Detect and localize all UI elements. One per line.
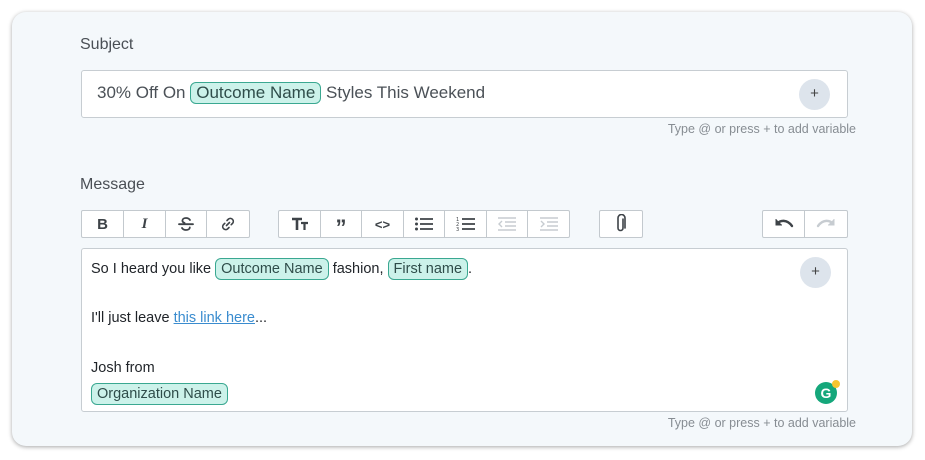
message-line-4: Organization Name bbox=[91, 383, 228, 405]
subject-text: 30% Off On Outcome Name Styles This Week… bbox=[97, 82, 485, 104]
attachment-button[interactable] bbox=[600, 211, 642, 237]
message-add-variable-button[interactable]: + bbox=[800, 257, 831, 288]
link-button[interactable] bbox=[207, 211, 249, 237]
bullet-list-button[interactable] bbox=[404, 211, 445, 237]
message-line-1: So I heard you like Outcome Name fashion… bbox=[91, 258, 472, 280]
heading-icon bbox=[291, 217, 308, 230]
indent-button[interactable] bbox=[528, 211, 569, 237]
message-hint: Type @ or press + to add variable bbox=[667, 416, 856, 430]
subject-prefix: 30% Off On bbox=[97, 83, 186, 102]
indent-icon bbox=[539, 217, 558, 231]
redo-icon bbox=[816, 219, 835, 228]
toolbar-history-group bbox=[762, 210, 848, 238]
svg-text:3: 3 bbox=[456, 227, 459, 232]
message-editor[interactable]: So I heard you like Outcome Name fashion… bbox=[81, 248, 848, 412]
code-button[interactable]: <> bbox=[362, 211, 404, 237]
redo-button[interactable] bbox=[805, 211, 847, 237]
message-line-3: Josh from bbox=[91, 360, 155, 376]
subject-variable-chip[interactable]: Outcome Name bbox=[190, 82, 322, 104]
bullet-list-icon bbox=[415, 217, 433, 231]
toolbar-attach-group bbox=[599, 210, 643, 238]
strikethrough-button[interactable] bbox=[166, 211, 207, 237]
toolbar-block-group: ” <> 123 bbox=[278, 210, 570, 240]
subject-hint: Type @ or press + to add variable bbox=[667, 122, 856, 136]
numbered-list-button[interactable]: 123 bbox=[445, 211, 487, 237]
undo-icon bbox=[775, 219, 793, 228]
outdent-icon bbox=[498, 217, 516, 231]
outcome-name-chip[interactable]: Outcome Name bbox=[215, 258, 329, 280]
link-icon bbox=[221, 217, 235, 231]
grammarly-status-dot bbox=[832, 380, 840, 388]
organization-name-chip[interactable]: Organization Name bbox=[91, 383, 228, 405]
message-label: Message bbox=[80, 176, 145, 193]
toolbar-format-group: B I bbox=[81, 210, 250, 238]
subject-suffix: Styles This Weekend bbox=[326, 83, 486, 102]
first-name-chip[interactable]: First name bbox=[387, 258, 469, 280]
message-link[interactable]: this link here bbox=[174, 310, 255, 326]
strikethrough-icon bbox=[178, 217, 194, 231]
message-text: ... bbox=[254, 310, 268, 326]
blockquote-button[interactable]: ” bbox=[321, 211, 362, 240]
message-text: fashion, bbox=[332, 261, 384, 277]
subject-add-variable-button[interactable]: + bbox=[799, 79, 830, 110]
message-text: So I heard you like bbox=[91, 261, 212, 277]
numbered-list-icon: 123 bbox=[456, 217, 475, 232]
message-line-2: I'll just leave this link here... bbox=[91, 310, 267, 326]
message-text: . bbox=[468, 261, 473, 277]
subject-label: Subject bbox=[80, 36, 134, 53]
italic-button[interactable]: I bbox=[124, 211, 166, 237]
message-text: I'll just leave bbox=[91, 310, 170, 326]
bold-button[interactable]: B bbox=[82, 211, 124, 237]
subject-input[interactable]: 30% Off On Outcome Name Styles This Week… bbox=[81, 70, 848, 118]
outdent-button[interactable] bbox=[487, 211, 528, 237]
undo-button[interactable] bbox=[763, 211, 805, 237]
heading-button[interactable] bbox=[279, 211, 321, 237]
paperclip-icon bbox=[617, 214, 626, 232]
